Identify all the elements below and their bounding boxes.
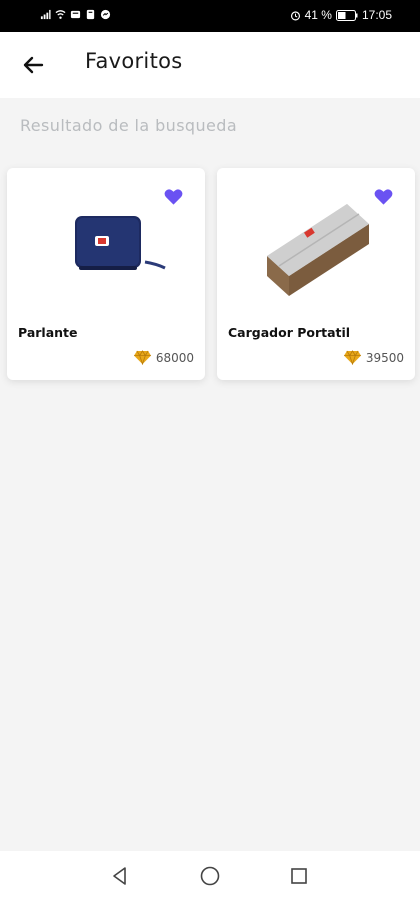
price-value: 39500 <box>365 350 404 365</box>
speaker-image <box>75 216 166 270</box>
battery-icon <box>335 9 358 21</box>
signal-icon <box>40 9 51 20</box>
status-bar: 41 % 17:05 <box>0 0 420 32</box>
battery-percent: 41 % <box>304 8 332 22</box>
product-name: Cargador Portatil <box>228 325 351 340</box>
results-label: Resultado de la busqueda <box>20 116 238 135</box>
power-bank-image <box>267 204 369 296</box>
home-circle-icon[interactable] <box>199 865 221 887</box>
status-left-icons <box>40 9 111 20</box>
back-triangle-icon[interactable] <box>109 865 131 887</box>
recents-square-icon[interactable] <box>288 865 310 887</box>
price-value: 68000 <box>155 350 194 365</box>
app-bar: Favoritos <box>0 32 420 98</box>
product-name: Parlante <box>18 325 78 340</box>
wifi-icon <box>55 10 66 19</box>
product-card[interactable]: Cargador Portatil 39500 <box>217 168 415 380</box>
page-title: Favoritos <box>85 49 183 73</box>
product-price: 39500 <box>343 350 404 365</box>
status-right-info: 41 % 17:05 <box>290 8 392 22</box>
product-card[interactable]: Parlante 68000 <box>7 168 205 380</box>
notification-icon <box>86 9 95 20</box>
gem-icon <box>133 350 151 365</box>
alarm-icon <box>290 10 300 20</box>
gem-icon <box>343 350 361 365</box>
system-nav-bar <box>0 851 420 900</box>
clock: 17:05 <box>361 8 392 22</box>
messenger-icon <box>100 9 111 20</box>
product-price: 68000 <box>133 350 194 365</box>
notification-icon <box>70 10 81 19</box>
arrow-left-icon[interactable] <box>18 50 48 80</box>
